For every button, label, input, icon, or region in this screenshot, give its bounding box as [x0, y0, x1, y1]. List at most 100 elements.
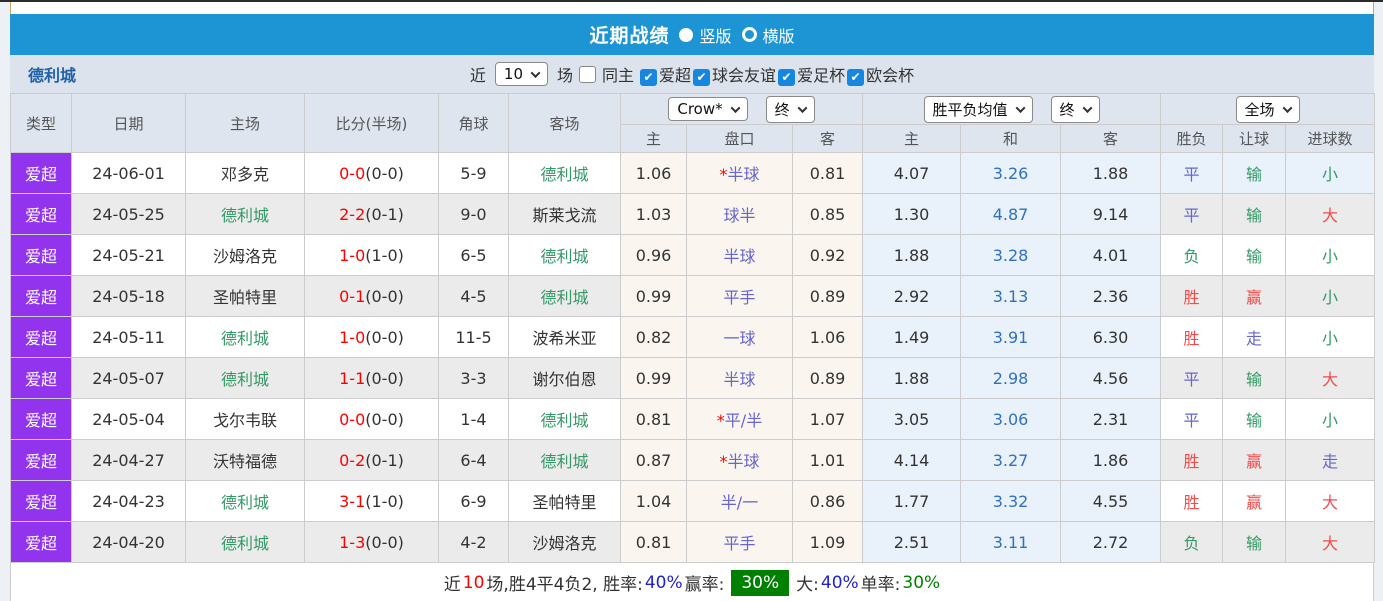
avg-away-cell: 2.72 — [1060, 521, 1162, 563]
table-row: 爱超 24-05-07 德利城 1-1(0-0) 3-3 谢尔伯恩 0.99 半球 0.89 1.… — [10, 357, 1376, 399]
company-header-cell: Crow* 终 — [619, 93, 864, 125]
let-result-cell: 输 — [1222, 398, 1287, 440]
sub-header-result: 胜负 — [1160, 124, 1224, 153]
corner-cell: 9-0 — [438, 193, 509, 235]
league-checkbox-0[interactable]: ✔ — [640, 68, 658, 86]
result-cell: 胜 — [1160, 316, 1224, 358]
corner-cell: 6-5 — [438, 234, 509, 276]
chevron-down-icon — [530, 67, 541, 78]
goals-cell: 小 — [1285, 398, 1376, 440]
league-badge: 爱超 — [10, 439, 72, 481]
league-badge: 爱超 — [10, 234, 72, 276]
date-cell: 24-05-07 — [71, 357, 186, 399]
summary-segment-5: 30% — [731, 569, 790, 596]
average-state-value: 终 — [1059, 100, 1075, 119]
result-cell: 平 — [1160, 398, 1224, 440]
radio-horizontal-label[interactable]: 横版 — [763, 23, 795, 47]
odds-away-cell: 0.92 — [791, 234, 864, 276]
odds-home-cell: 1.03 — [620, 193, 687, 235]
radio-unselected-icon[interactable] — [741, 27, 757, 42]
league-checkbox-1[interactable]: ✔ — [693, 68, 711, 86]
radio-selected-icon[interactable] — [679, 27, 694, 42]
league-label-3: 欧会杯 — [866, 66, 915, 85]
avg-draw-cell: 3.06 — [960, 398, 1062, 440]
chevron-down-icon — [797, 102, 808, 113]
sub-header-odds-home: 主 — [620, 124, 687, 153]
corner-cell: 6-9 — [438, 480, 509, 522]
avg-away-cell: 1.88 — [1060, 152, 1162, 194]
title-bar: 近期战绩 竖版 横版 — [10, 14, 1374, 55]
avg-draw-cell: 2.98 — [960, 357, 1062, 399]
date-cell: 24-05-04 — [71, 398, 186, 440]
away-team-cell: 斯莱戈流 — [508, 193, 621, 235]
recent-count-value: 10 — [503, 65, 523, 83]
let-result-cell: 输 — [1222, 357, 1287, 399]
odds-state-select[interactable]: 终 — [765, 95, 815, 123]
goals-cell: 走 — [1285, 439, 1376, 481]
avg-home-cell: 3.05 — [862, 398, 962, 440]
avg-away-cell: 2.36 — [1060, 275, 1162, 317]
recent-count-select[interactable]: 10 — [494, 62, 548, 86]
odds-company-select[interactable]: Crow* — [668, 97, 748, 121]
avg-home-cell: 1.49 — [862, 316, 962, 358]
full-match-select[interactable]: 全场 — [1235, 95, 1300, 123]
date-cell: 24-04-27 — [71, 439, 186, 481]
league-filter-group: ✔ 爱超 ✔ 球会友谊 ✔ 爱足杯 ✔ 欧会杯 — [638, 62, 914, 86]
avg-draw-cell: 3.11 — [960, 521, 1062, 563]
score-cell: 0-0(0-0) — [304, 398, 439, 440]
away-team-cell: 圣帕特里 — [508, 480, 621, 522]
summary-segment-9: 30% — [902, 572, 941, 593]
home-team-cell: 沃特福德 — [185, 439, 305, 481]
avg-home-cell: 1.77 — [862, 480, 962, 522]
date-cell: 24-06-01 — [71, 152, 186, 194]
league-checkbox-3[interactable]: ✔ — [847, 68, 865, 86]
same-home-checkbox[interactable] — [579, 65, 597, 83]
table-row: 爱超 24-04-20 德利城 1-3(0-0) 4-2 沙姆洛克 0.81 平手 1.09 2.… — [10, 521, 1376, 563]
league-label-2: 爱足杯 — [797, 66, 846, 85]
let-result-cell: 赢 — [1222, 480, 1287, 522]
corner-cell: 4-2 — [438, 521, 509, 563]
average-header-cell: 胜平负均值 终 — [862, 93, 1162, 125]
average-type-select[interactable]: 胜平负均值 — [923, 95, 1033, 123]
handicap-cell: 平手 — [686, 521, 793, 563]
col-header-home: 主场 — [185, 93, 305, 153]
league-checkbox-2[interactable]: ✔ — [778, 68, 796, 86]
let-result-cell: 输 — [1222, 193, 1287, 235]
sub-header-avg-home: 主 — [862, 124, 962, 153]
avg-draw-cell: 3.91 — [960, 316, 1062, 358]
team-name: 德利城 — [28, 66, 77, 85]
result-cell: 平 — [1160, 152, 1224, 194]
odds-away-cell: 0.89 — [791, 357, 864, 399]
col-header-corner: 角球 — [438, 93, 509, 153]
avg-away-cell: 6.30 — [1060, 316, 1162, 358]
col-header-score: 比分(半场) — [304, 93, 439, 153]
chevron-down-icon — [1015, 102, 1025, 113]
panel-title: 近期战绩 — [589, 25, 670, 47]
table-row: 爱超 24-05-21 沙姆洛克 1-0(1-0) 6-5 德利城 0.96 半球 0.92 1.… — [10, 234, 1376, 276]
layout-radio-horizontal[interactable]: 横版 — [741, 23, 795, 47]
avg-home-cell: 2.92 — [862, 275, 962, 317]
radio-vertical-label[interactable]: 竖版 — [699, 23, 731, 47]
home-team-cell: 德利城 — [185, 193, 305, 235]
odds-away-cell: 0.86 — [791, 480, 864, 522]
league-badge: 爱超 — [10, 275, 72, 317]
home-team-cell: 圣帕特里 — [185, 275, 305, 317]
home-team-cell: 德利城 — [185, 521, 305, 563]
handicap-cell: 一球 — [686, 316, 793, 358]
table-row: 爱超 24-04-27 沃特福德 0-2(0-1) 6-4 德利城 0.87 *半球 1.01 4… — [10, 439, 1376, 481]
avg-home-cell: 4.07 — [862, 152, 962, 194]
table-row: 爱超 24-05-25 德利城 2-2(0-1) 9-0 斯莱戈流 1.03 球半 0.85 1.… — [10, 193, 1376, 235]
odds-away-cell: 0.81 — [791, 152, 864, 194]
sub-header-odds-away: 客 — [791, 124, 864, 153]
average-state-select[interactable]: 终 — [1050, 95, 1100, 123]
filter-bar: 德利城 近 10 场 同主 ✔ 爱超 ✔ 球会友谊 ✔ 爱足杯 ✔ 欧会杯 — [10, 55, 1374, 93]
odds-company-value: Crow* — [677, 100, 723, 118]
col-header-type: 类型 — [10, 93, 72, 153]
layout-radio-vertical[interactable]: 竖版 — [679, 23, 732, 47]
away-team-cell: 德利城 — [508, 398, 621, 440]
table-row: 爱超 24-05-04 戈尔韦联 0-0(0-0) 1-4 德利城 0.81 *平/半 1.07… — [10, 398, 1376, 440]
table-row: 爱超 24-06-01 邓多克 0-0(0-0) 5-9 德利城 1.06 *半球 0.81 4.… — [10, 152, 1376, 194]
date-cell: 24-05-25 — [71, 193, 186, 235]
league-label-1: 球会友谊 — [712, 66, 777, 85]
avg-draw-cell: 3.32 — [960, 480, 1062, 522]
